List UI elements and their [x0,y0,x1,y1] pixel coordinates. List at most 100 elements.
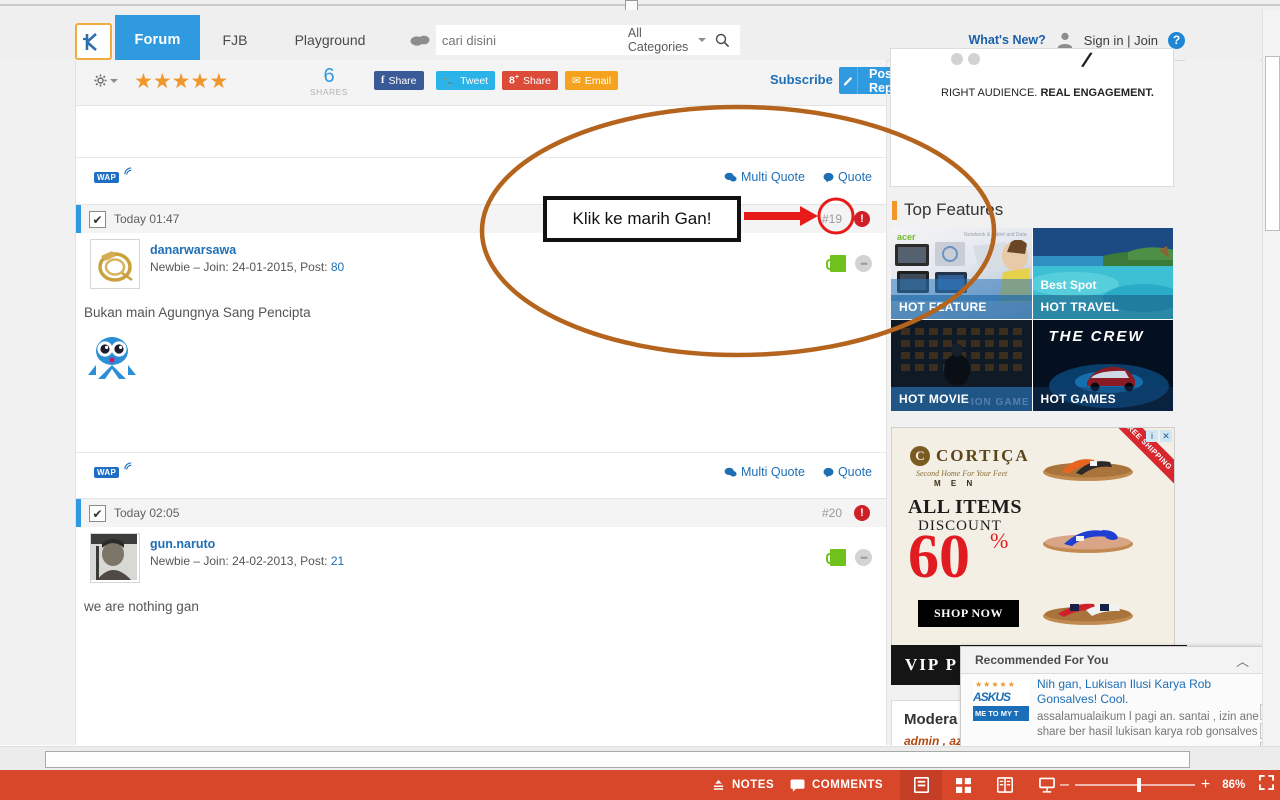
search-button[interactable] [706,25,740,55]
cendol-icon[interactable] [826,549,846,566]
share-twitter-button[interactable]: 🐦 Tweet [436,71,496,90]
tile-hot-feature[interactable]: acer Notebook & Tablet and Data HOT FEAT… [891,228,1032,319]
wap-label: WAP [94,467,120,478]
search-bar[interactable]: All Categories [405,25,740,55]
post-user-meta-20: Newbie – Join: 24-02-2013, Post: 21 [150,554,345,568]
shares-counter: 6 SHARES [308,65,350,97]
single-page-view-button[interactable] [900,770,942,800]
user-post-count: 80 [330,260,345,274]
ad-close-icon[interactable]: ✕ [1160,430,1172,442]
grid-view-button[interactable] [942,770,984,800]
envelope-icon: ✉ [572,74,581,87]
zoom-slider[interactable] [1074,778,1195,792]
share-twitter-label: Tweet [460,74,489,87]
top-features-title: Top Features [892,200,1003,220]
post-user-meta-19: Newbie – Join: 24-01-2015, Post: 80 [150,260,345,274]
nav-item-fjb-label: FJB [222,31,248,48]
notes-icon [713,779,724,790]
cortica-percent-number: 60 [908,523,970,591]
nav-item-forum[interactable]: Forum [115,15,200,64]
ad-close-controls[interactable]: i ✕ [1146,430,1172,442]
report-post-icon[interactable]: ! [854,211,870,227]
cortica-logo-mark: C [910,446,930,466]
bata-icon[interactable]: ••• [855,549,872,566]
zoom-slider-knob[interactable] [1136,778,1141,792]
post-number-19[interactable]: #19 [822,212,842,226]
share-email-button[interactable]: ✉ Email [565,71,619,90]
page-vertical-scrollbar-thumb[interactable] [1265,56,1280,231]
post-number-20[interactable]: #20 [822,506,842,520]
multi-quote-label: Multi Quote [741,170,805,184]
multi-quote-icon [724,172,737,182]
tile-hot-travel[interactable]: Best Spot HOT TRAVEL [1032,228,1173,319]
thread-options-button[interactable] [94,74,118,87]
chevron-up-icon[interactable]: ︿ [1236,651,1249,670]
wap-link[interactable]: WAP [94,462,133,480]
post-footer-previous: WAP Multi Quote Quote [76,157,886,200]
page-horizontal-scrollbar[interactable] [0,746,1280,771]
kaskus-logo[interactable] [75,23,112,60]
user-post-count: 21 [330,554,345,568]
post-select-checkbox[interactable]: ✔ [89,505,106,522]
post-timestamp: Today 02:05 [114,506,180,520]
multi-quote-button[interactable]: Multi Quote [724,170,805,184]
quote-button[interactable]: Quote [823,465,872,479]
ad-info-icon[interactable]: i [1146,430,1158,442]
grid-view-icon [955,777,971,793]
cendol-icon[interactable] [826,255,846,272]
view-mode-group [900,770,1068,800]
fullscreen-button[interactable] [1259,775,1275,795]
zoom-in-button[interactable]: + [1201,776,1210,794]
sign-in-join-link[interactable]: Sign in | Join [1084,33,1158,48]
page-vertical-scrollbar[interactable] [1262,10,1280,746]
post-select-checkbox[interactable]: ✔ [89,211,106,228]
thread-rating-stars[interactable]: ★ ★ ★ ★ ★ [134,71,228,92]
cortica-shop-now-button[interactable]: SHOP NOW [918,600,1020,627]
subscribe-button[interactable]: Subscribe [770,72,833,87]
book-view-button[interactable] [984,770,1026,800]
recommended-header[interactable]: Recommended For You ︿ [961,647,1280,674]
notes-button[interactable]: NOTES [712,770,774,800]
tile-hot-games[interactable]: THE CREW HOT GAMES [1032,320,1173,411]
acer-sub-label: Notebook & Tablet and Data [964,232,1027,238]
share-facebook-button[interactable]: f Share [374,71,424,90]
tile-hot-games-overlay: THE CREW [1048,328,1145,345]
comments-button[interactable]: COMMENTS [790,770,883,800]
avatar[interactable] [90,239,140,289]
top-scroll-slider[interactable] [0,0,1280,13]
whats-new-link[interactable]: What's New? [969,33,1046,47]
comment-icon [790,778,805,792]
tile-hot-feature-caption: HOT FEATURE [891,295,1032,319]
top-features-tiles: acer Notebook & Tablet and Data HOT FEAT… [891,228,1173,411]
cortica-ad[interactable]: i ✕ FREE SHIPPING C CORTIÇA Second Home … [891,427,1175,674]
nav-item-playground[interactable]: Playground [275,15,385,64]
tile-hot-movie[interactable]: ION GAME HOT MOVIE [891,320,1032,411]
wap-link[interactable]: WAP [94,167,133,185]
recommended-item-title[interactable]: Nih gan, Lukisan Ilusi Karya Rob Gonsalv… [1037,677,1259,707]
search-input[interactable] [435,32,624,48]
sidebar-top-ad[interactable]: / RIGHT AUDIENCE. REAL ENGAGEMENT. [890,48,1174,187]
page-horizontal-scrollbar-thumb[interactable] [45,751,1190,768]
tile-hot-games-caption: HOT GAMES [1032,387,1173,411]
search-category-select[interactable]: All Categories [624,26,706,54]
shares-count: 6 [323,65,335,87]
avatar[interactable] [90,533,140,583]
zoom-out-button[interactable]: – [1060,776,1069,794]
zoom-controls: – + 86% [1060,770,1275,800]
post-username-20[interactable]: gun.naruto [150,537,215,551]
user-rank: Newbie [150,554,191,568]
post-body-19: Bukan main Agungnya Sang Pencipta [76,295,886,454]
post-rating-icons-19: ••• [826,255,872,272]
recommended-thumbnail[interactable]: ★★★★★ ASKUS ME TO MY T [973,680,1029,724]
presentation-view-icon [1039,777,1055,793]
post-username-19[interactable]: danarwarsawa [150,243,236,257]
report-post-icon[interactable]: ! [854,505,870,521]
quote-button[interactable]: Quote [823,170,872,184]
top-slider-track [0,4,1280,6]
recommended-item-snippet: assalamualaikum l pagi an. santai , izin… [1037,711,1259,738]
help-icon[interactable]: ? [1168,31,1185,49]
bata-icon[interactable]: ••• [855,255,872,272]
share-googleplus-button[interactable]: 8+ Share [502,71,558,90]
nav-item-fjb[interactable]: FJB [210,15,260,64]
multi-quote-button[interactable]: Multi Quote [724,465,805,479]
